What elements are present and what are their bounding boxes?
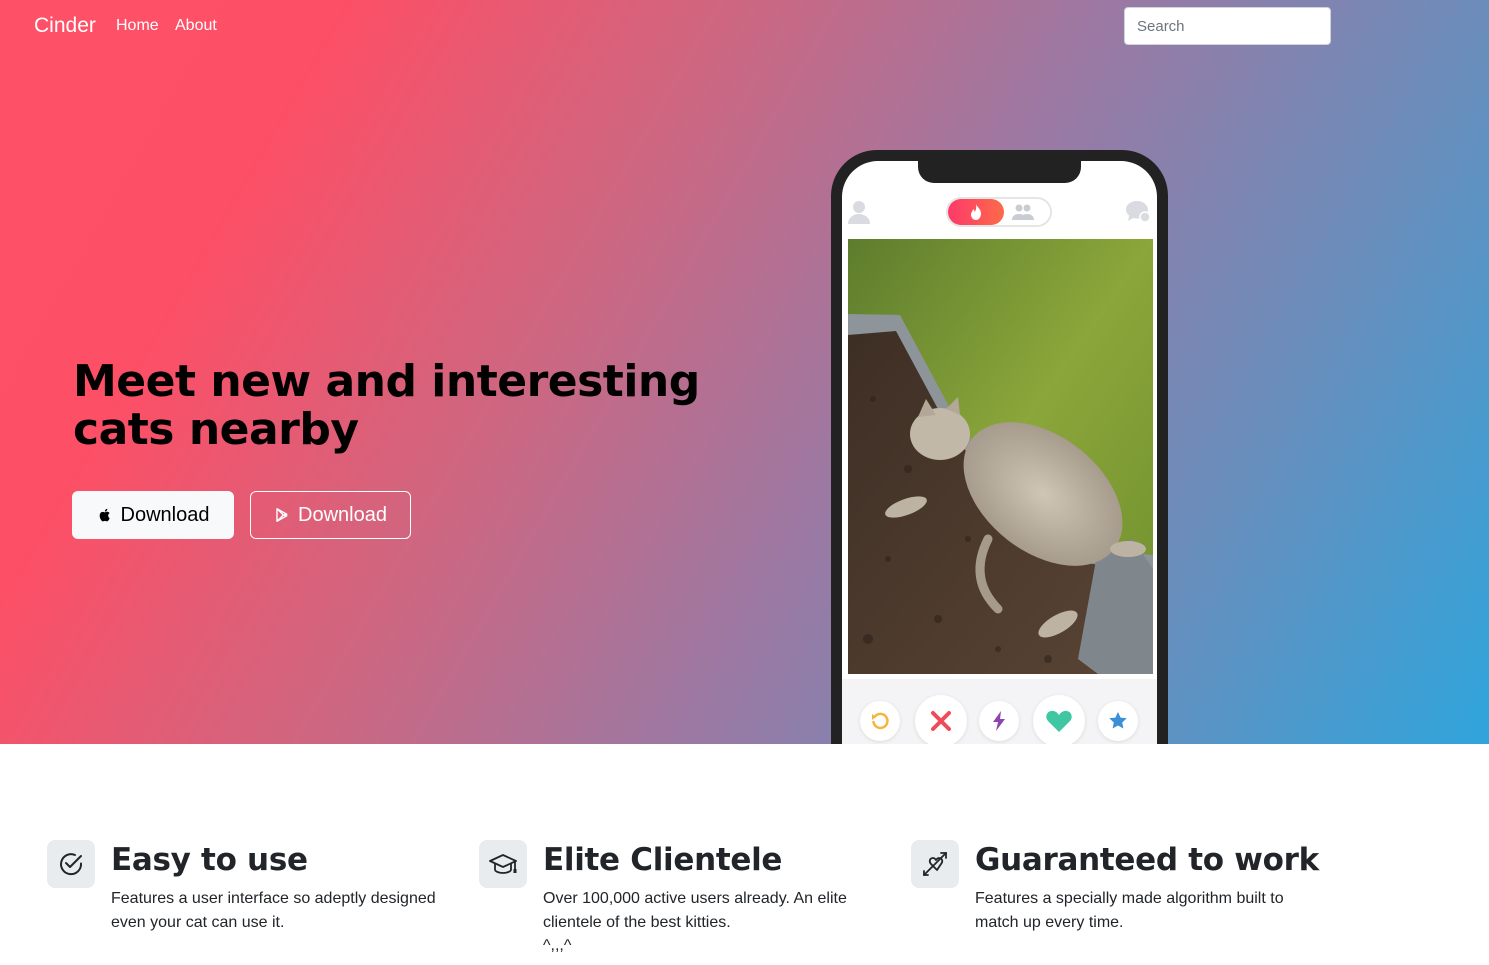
hero-headline: Meet new and interesting cats nearby	[73, 356, 700, 455]
search-input[interactable]	[1124, 7, 1331, 45]
like-icon	[1046, 710, 1072, 732]
phone-screen	[842, 161, 1157, 744]
feature-title: Elite Clientele	[543, 842, 783, 878]
feature-icon-box	[911, 840, 959, 888]
boost-button[interactable]	[979, 701, 1019, 741]
super-like-icon	[1109, 712, 1127, 729]
rewind-button[interactable]	[860, 701, 900, 741]
cat-emoticon: ^,,,^	[543, 937, 572, 954]
hero-section: Cinder Home About Meet new and interesti…	[0, 0, 1489, 744]
nav-link-home[interactable]: Home	[116, 17, 159, 35]
heart-arrow-icon	[923, 852, 947, 876]
super-like-button[interactable]	[1098, 701, 1138, 741]
feature-description: Features a user interface so adeptly des…	[111, 890, 436, 931]
feature-title: Easy to use	[111, 842, 308, 878]
nope-button[interactable]	[915, 695, 967, 744]
feature-title: Guaranteed to work	[975, 842, 1319, 878]
cat-photo	[848, 239, 1153, 674]
download-app-store-label: Download	[120, 503, 210, 526]
nope-icon	[931, 711, 951, 731]
brand-logo[interactable]: Cinder	[34, 14, 96, 38]
graduation-cap-icon	[489, 854, 517, 874]
feature-description: Over 100,000 active users already. An el…	[543, 890, 847, 931]
boost-icon	[993, 711, 1005, 731]
navbar: Cinder Home About	[0, 0, 1489, 53]
apple-icon	[99, 508, 110, 522]
download-google-play-button[interactable]: Download	[250, 491, 411, 539]
download-app-store-button[interactable]: Download	[72, 491, 234, 539]
check-circle-icon	[60, 853, 83, 876]
feature-icon-box	[479, 840, 527, 888]
flame-icon	[971, 204, 981, 220]
phone-notch	[918, 161, 1081, 183]
nav-link-about[interactable]: About	[175, 17, 217, 35]
feature-description: Features a specially made algorithm buil…	[975, 890, 1284, 931]
discovery-toggle[interactable]	[946, 197, 1052, 227]
feature-icon-box	[47, 840, 95, 888]
rewind-icon	[872, 712, 889, 730]
google-play-icon	[276, 508, 288, 522]
like-button[interactable]	[1033, 695, 1085, 744]
phone-mockup	[831, 150, 1168, 744]
profile-icon[interactable]	[848, 200, 870, 224]
download-google-play-label: Download	[298, 503, 387, 526]
action-bar	[842, 679, 1157, 744]
group-icon[interactable]	[1012, 203, 1034, 221]
chat-icon[interactable]	[1125, 200, 1151, 224]
flame-tab[interactable]	[948, 199, 1004, 225]
